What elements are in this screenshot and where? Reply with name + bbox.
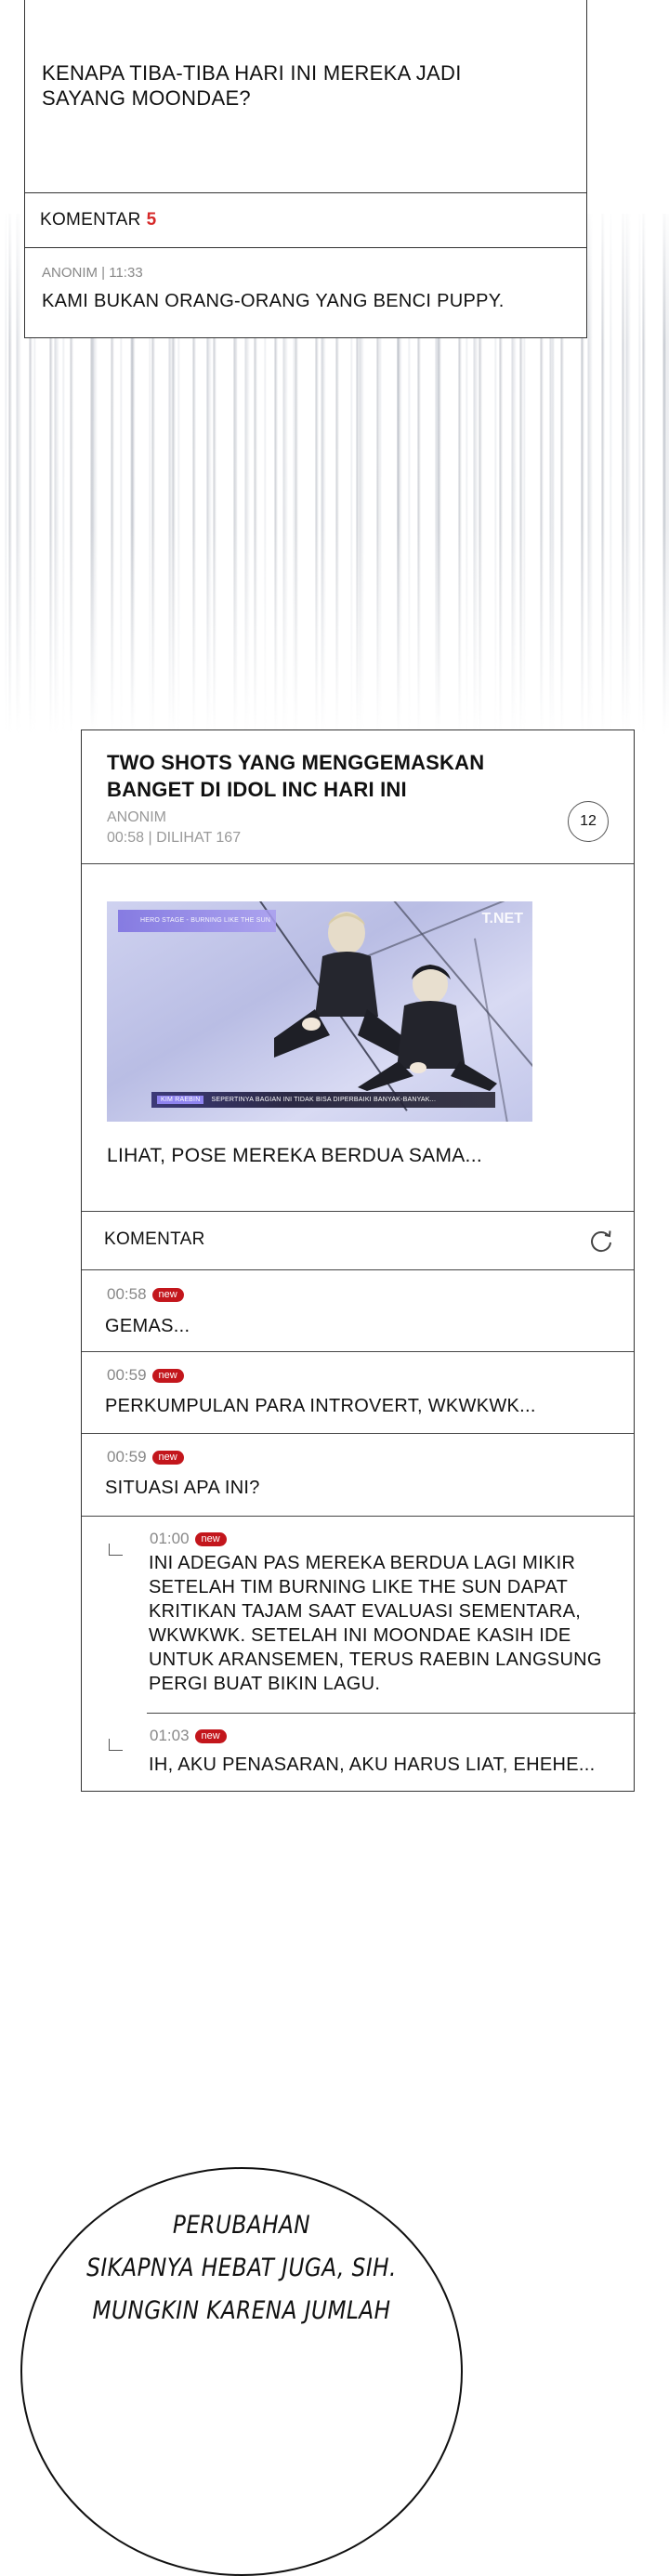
new-badge: new — [151, 1368, 184, 1383]
comment-text: PERKUMPULAN PARA INTROVERT, WKWKWK... — [105, 1396, 536, 1416]
comment-count: 5 — [146, 210, 157, 230]
post-author: ANONIM — [107, 809, 166, 825]
reply-text: IH, AKU PENASARAN, AKU HARUS LIAT, EHEHE… — [149, 1755, 596, 1775]
divider — [147, 1713, 636, 1714]
new-badge: new — [194, 1728, 227, 1743]
comment-meta: 00:58 new — [107, 1285, 184, 1304]
new-badge: new — [151, 1450, 184, 1465]
top-post-body: KENAPA TIBA-TIBA HARI INI MEREKA JADI SA… — [42, 61, 462, 110]
divider — [82, 1433, 634, 1434]
divider — [82, 1516, 634, 1517]
comment-time: 00:59 — [107, 1448, 147, 1465]
comment-label: KOMENTAR — [40, 210, 141, 230]
comment-time: 00:58 — [107, 1285, 147, 1303]
comment-meta: ANONIM | 11:33 — [42, 265, 143, 281]
main-post-card: TWO SHOTS YANG MENGGEMASKAN BANGET DI ID… — [81, 729, 636, 1792]
image-top-tag-text: HERO STAGE - BURNING LIKE THE SUN — [140, 917, 271, 924]
new-badge: new — [151, 1287, 184, 1302]
comment-time: 00:59 — [107, 1366, 147, 1384]
bubble-line: MUNGKIN KARENA JUMLAH — [92, 2296, 391, 2325]
image-caption-bar: KIM RAEBIN SEPERTINYA BAGIAN INI TIDAK B… — [151, 1092, 495, 1108]
comment-text: GEMAS... — [105, 1316, 190, 1336]
bubble-line: SIKAPNYA HEBAT JUGA, SIH. — [86, 2254, 397, 2282]
reply-time: 01:00 — [150, 1530, 190, 1547]
reply-meta: 01:03 new — [150, 1727, 227, 1745]
reply-text: INI ADEGAN PAS MEREKA BERDUA LAGI MIKIR … — [149, 1553, 602, 1694]
comment-meta: 00:59 new — [107, 1366, 184, 1385]
new-badge: new — [194, 1531, 227, 1546]
post-meta: 00:58 | DILIHAT 167 — [107, 830, 242, 846]
comments-header: KOMENTAR — [104, 1229, 205, 1249]
top-post-comment-bar[interactable]: KOMENTAR 5 — [25, 192, 586, 248]
reply-arrow-icon — [109, 1544, 123, 1556]
image-caption-text: SEPERTINYA BAGIAN INI TIDAK BISA DIPERBA… — [211, 1097, 437, 1103]
reply-time: 01:03 — [150, 1727, 190, 1744]
post-image[interactable]: HERO STAGE - BURNING LIKE THE SUN T.NET … — [107, 901, 532, 1122]
post-title[interactable]: TWO SHOTS YANG MENGGEMASKAN BANGET DI ID… — [107, 749, 544, 803]
speech-bubble-text: PERUBAHAN SIKAPNYA HEBAT JUGA, SIH. MUNG… — [51, 2204, 431, 2333]
idol-figures-illustration — [274, 912, 497, 1091]
comment-text: SITUASI APA INI? — [105, 1478, 260, 1498]
reply-meta: 01:00 new — [150, 1530, 227, 1548]
divider — [82, 1269, 634, 1270]
divider — [82, 1351, 634, 1352]
comment-text: KAMI BUKAN ORANG-ORANG YANG BENCI PUPPY. — [42, 291, 505, 311]
reply-arrow-icon — [109, 1739, 123, 1751]
refresh-icon[interactable] — [588, 1228, 614, 1254]
image-top-tag: HERO STAGE - BURNING LIKE THE SUN — [118, 910, 276, 932]
bubble-line: PERUBAHAN — [172, 2211, 311, 2240]
divider — [82, 863, 634, 864]
top-post-card: KENAPA TIBA-TIBA HARI INI MEREKA JADI SA… — [24, 0, 587, 338]
post-body: LIHAT, POSE MEREKA BERDUA SAMA... — [107, 1145, 482, 1166]
image-caption-name: KIM RAEBIN — [157, 1096, 204, 1104]
divider — [82, 1211, 634, 1212]
comment-meta: 00:59 new — [107, 1448, 184, 1466]
comment-count-badge[interactable]: 12 — [568, 801, 609, 842]
